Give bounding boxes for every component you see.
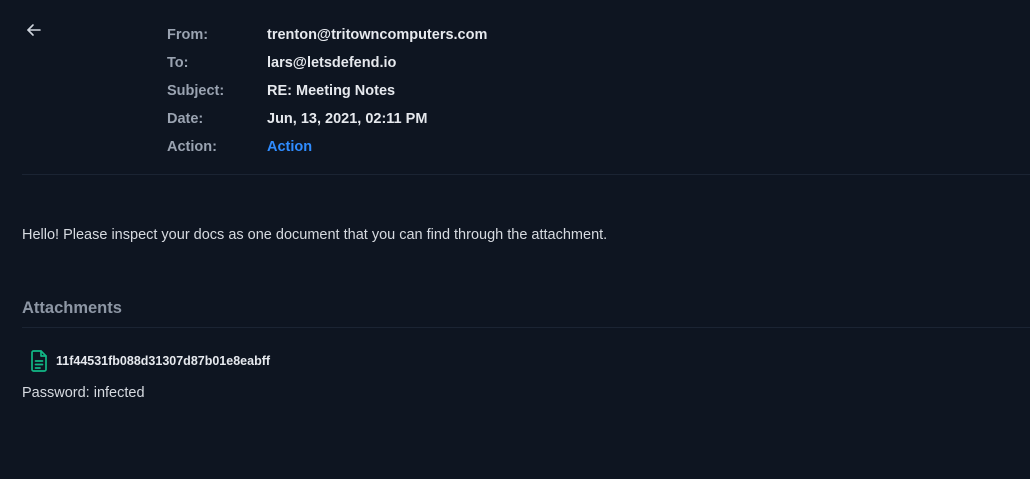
attachment-password: Password: infected (22, 385, 145, 401)
subject-row: Subject: RE: Meeting Notes (167, 77, 487, 105)
date-label: Date: (167, 111, 204, 127)
action-label: Action: (167, 139, 217, 155)
action-link[interactable]: Action (267, 139, 312, 155)
to-row: To: lars@letsdefend.io (167, 49, 487, 77)
file-document-icon (30, 350, 48, 372)
header-divider (22, 174, 1030, 175)
from-value: trenton@tritowncomputers.com (267, 27, 488, 43)
subject-label: Subject: (167, 83, 225, 99)
date-value: Jun, 13, 2021, 02:11 PM (267, 111, 428, 127)
arrow-left-icon (26, 23, 42, 37)
to-label: To: (167, 55, 189, 71)
email-view: From: trenton@tritowncomputers.com To: l… (0, 0, 1030, 479)
email-body: Hello! Please inspect your docs as one d… (22, 227, 608, 243)
attachment-filename: 11f44531fb088d31307d87b01e8eabff (56, 354, 271, 368)
date-row: Date: Jun, 13, 2021, 02:11 PM (167, 105, 487, 133)
email-header: From: trenton@tritowncomputers.com To: l… (167, 21, 487, 161)
to-value: lars@letsdefend.io (267, 55, 397, 71)
action-row: Action: Action (167, 133, 487, 161)
attachments-divider (22, 327, 1030, 328)
from-label: From: (167, 27, 209, 43)
subject-value: RE: Meeting Notes (267, 83, 396, 99)
from-row: From: trenton@tritowncomputers.com (167, 21, 487, 49)
back-button[interactable] (24, 20, 44, 40)
attachments-heading: Attachments (22, 299, 122, 317)
attachment-item[interactable]: 11f44531fb088d31307d87b01e8eabff (30, 350, 270, 372)
